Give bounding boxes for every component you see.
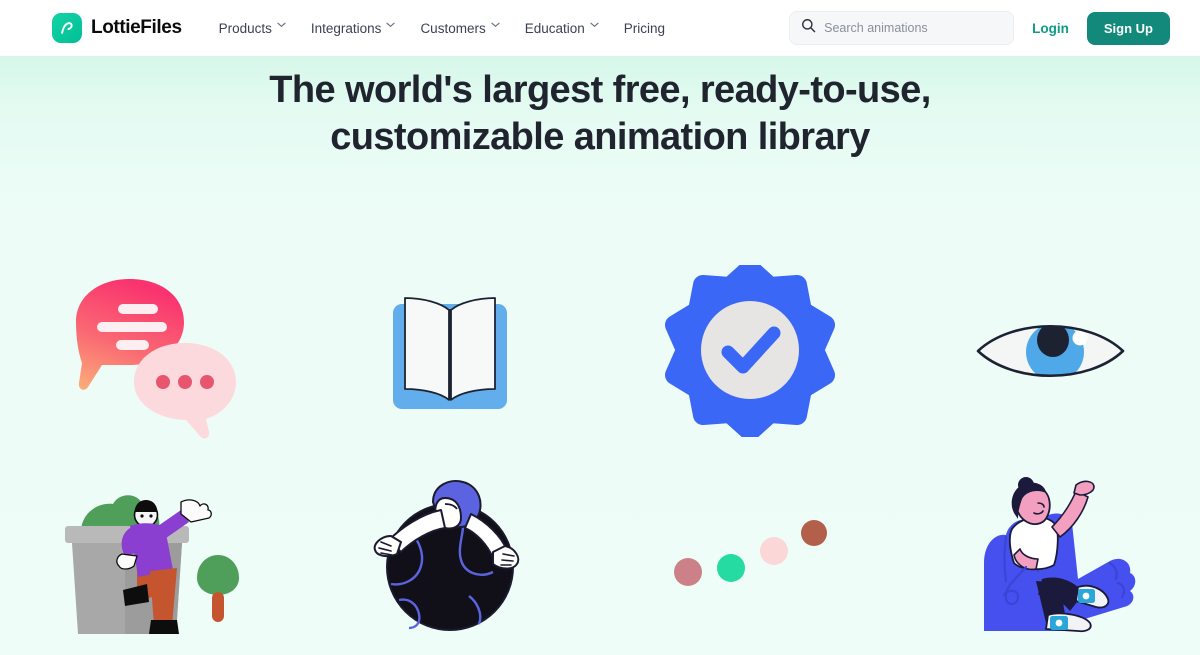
main-navigation: Products Integrations Customers Educatio… — [206, 15, 678, 42]
signup-button[interactable]: Sign Up — [1086, 11, 1170, 45]
search-input[interactable] — [824, 21, 1003, 35]
search-box[interactable] — [789, 11, 1015, 45]
nav-item-education[interactable]: Education — [512, 15, 611, 42]
eye-illustration[interactable] — [900, 246, 1200, 456]
header-actions: Login Sign Up — [789, 11, 1170, 45]
nav-item-label: Customers — [420, 20, 486, 36]
person-on-hand-chair-illustration[interactable] — [900, 456, 1200, 655]
chevron-down-icon — [590, 22, 599, 30]
person-hugging-globe-illustration[interactable] — [300, 456, 600, 655]
chevron-down-icon — [277, 22, 286, 30]
search-icon — [801, 18, 816, 38]
nav-item-pricing[interactable]: Pricing — [611, 15, 678, 42]
lottiefiles-logo-icon — [52, 13, 82, 43]
chat-bubbles-illustration[interactable] — [0, 246, 300, 456]
nav-item-label: Education — [524, 20, 585, 36]
chevron-down-icon — [386, 22, 396, 30]
four-dots-illustration[interactable] — [600, 456, 900, 655]
page-title: The world's largest free, ready-to-use, … — [269, 69, 931, 158]
nav-item-products[interactable]: Products — [206, 15, 298, 42]
verified-badge-illustration[interactable] — [600, 246, 900, 456]
hero-section: The world's largest free, ready-to-use, … — [0, 56, 1200, 655]
nav-item-label: Integrations — [310, 20, 382, 36]
nav-item-label: Products — [218, 20, 272, 36]
nav-item-integrations[interactable]: Integrations — [298, 15, 408, 42]
chevron-down-icon — [491, 22, 500, 30]
nav-item-customers[interactable]: Customers — [407, 15, 511, 42]
brand-logo-link[interactable]: LottieFiles — [52, 13, 182, 43]
person-in-box-illustration[interactable] — [0, 456, 300, 655]
animation-showcase-grid — [0, 246, 1200, 655]
brand-name: LottieFiles — [91, 17, 182, 38]
site-header: LottieFiles Products Integrations Custom… — [0, 0, 1200, 56]
login-link[interactable]: Login — [1032, 21, 1069, 36]
open-book-illustration[interactable] — [300, 246, 600, 456]
nav-item-label: Pricing — [623, 20, 666, 36]
